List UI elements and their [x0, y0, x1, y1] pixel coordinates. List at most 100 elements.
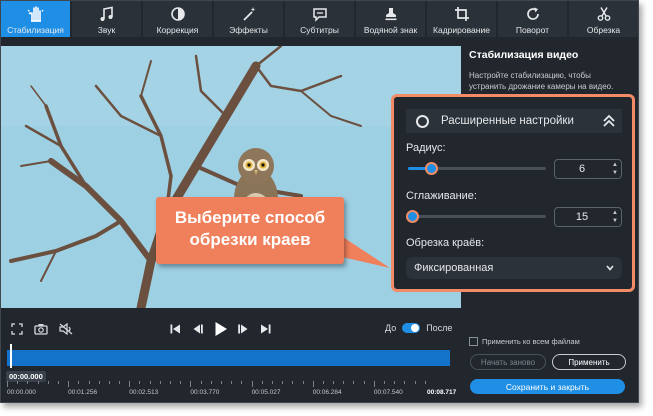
ruler-time-label: 00:03.770: [190, 389, 220, 396]
smoothing-slider-handle[interactable]: [406, 210, 419, 223]
radius-slider[interactable]: [408, 162, 546, 175]
tab-crop[interactable]: Кадрирование: [427, 1, 496, 37]
ruler-tick: [404, 381, 406, 384]
ruler-tick: [17, 381, 19, 384]
ruler-time-label: 00:07.540: [373, 389, 403, 396]
fullscreen-icon[interactable]: [11, 323, 23, 335]
tab-label: Стабилизация: [7, 25, 64, 35]
tab-label: Обрезка: [586, 25, 621, 35]
next-frame-icon[interactable]: [237, 323, 249, 335]
tab-watermark[interactable]: Водяной знак: [356, 1, 425, 37]
apply-button[interactable]: Применить: [552, 354, 626, 370]
advanced-radio-icon[interactable]: [416, 114, 429, 128]
playhead[interactable]: [10, 344, 12, 368]
stepper-arrows-icon[interactable]: ▲ ▼: [609, 209, 621, 225]
ruler-tick: [292, 381, 294, 384]
time-ruler: 00:00.000 00:01.256 00:02.513 00:03.770 00:0…: [1, 381, 461, 401]
ruler-tick: [322, 381, 324, 384]
panel-title: Стабилизация видео: [469, 49, 579, 61]
stamp-icon: [383, 5, 399, 23]
ruler-tick: [312, 381, 314, 387]
ruler-tick: [68, 381, 70, 387]
ruler-tick: [190, 381, 192, 387]
ruler-tick: [180, 381, 182, 384]
scissors-icon: [596, 5, 612, 23]
advanced-settings-label: Расширенные настройки: [441, 115, 574, 127]
tab-label: Водяной знак: [363, 25, 418, 35]
tab-correction[interactable]: Коррекция: [143, 1, 212, 37]
ruler-tick: [384, 381, 386, 384]
ruler-time-label: 00:02.513: [129, 389, 159, 396]
advanced-settings-header[interactable]: Расширенные настройки: [406, 109, 622, 133]
ruler-tick: [119, 381, 121, 384]
ruler-tick: [98, 381, 100, 384]
tab-subtitles[interactable]: Субтитры: [285, 1, 354, 37]
speech-bubble-icon: [312, 5, 328, 23]
stepper-arrows-icon[interactable]: ▲ ▼: [609, 161, 621, 177]
ruler-tick: [271, 381, 273, 384]
smoothing-value[interactable]: 15: [555, 211, 609, 223]
radius-stepper[interactable]: 6 ▲ ▼: [554, 159, 622, 179]
callout-text: Выберите способ обрезки краев: [174, 208, 326, 249]
ruler-time-label: 00:05.027: [251, 389, 281, 396]
ruler-tick: [221, 381, 222, 384]
ruler-time-label: 00:06.284: [312, 389, 342, 396]
tab-label: Субтитры: [300, 25, 339, 35]
skip-to-start-icon[interactable]: [169, 323, 181, 335]
ruler-tick: [424, 381, 426, 384]
ruler-tick: [149, 381, 151, 384]
music-note-icon: [99, 5, 115, 23]
ruler-time-label: 00:08.717: [427, 389, 457, 396]
chevron-up-double-icon[interactable]: [602, 113, 616, 132]
timeline-track[interactable]: [7, 350, 450, 366]
ruler-tick: [353, 381, 355, 384]
tab-rotate[interactable]: Поворот: [498, 1, 567, 37]
ruler-tick: [170, 381, 172, 384]
mute-speaker-icon[interactable]: [59, 323, 73, 335]
smoothing-label: Сглаживание:: [406, 190, 477, 202]
tab-trim[interactable]: Обрезка: [569, 1, 638, 37]
rotate-icon: [525, 5, 541, 23]
before-after-toggle[interactable]: [402, 323, 421, 333]
edge-crop-select[interactable]: Фиксированная: [406, 257, 622, 279]
tool-tabs: Стабилизация Звук Коррекция Эффекты Субт…: [1, 1, 638, 39]
smoothing-stepper[interactable]: 15 ▲ ▼: [554, 207, 622, 227]
tab-stabilization[interactable]: Стабилизация: [1, 1, 70, 37]
tab-label: Поворот: [515, 25, 550, 35]
play-icon[interactable]: [213, 321, 228, 337]
snapshot-camera-icon[interactable]: [34, 323, 48, 335]
contrast-icon: [170, 5, 186, 23]
tab-audio[interactable]: Звук: [72, 1, 141, 37]
ruler-tick: [302, 381, 304, 384]
ruler-tick: [414, 381, 416, 384]
magic-wand-icon: [241, 5, 257, 23]
ruler-tick: [88, 381, 90, 384]
ruler-tick: [231, 381, 233, 384]
ruler-tick: [333, 381, 335, 384]
ruler-tick: [343, 381, 345, 384]
before-after-switch[interactable]: До После: [385, 323, 452, 333]
apply-to-all-checkbox[interactable]: Применить ко всем файлам: [469, 337, 580, 346]
ruler-tick: [210, 381, 212, 384]
chevron-down-icon: [606, 262, 614, 274]
tab-effects[interactable]: Эффекты: [214, 1, 283, 37]
ruler-time-label: 00:01.256: [68, 389, 98, 396]
advanced-settings-highlight: Расширенные настройки Радиус: 6 ▲ ▼ Сглаж…: [391, 94, 635, 292]
skip-to-end-icon[interactable]: [260, 323, 272, 335]
ruler-tick: [363, 381, 365, 384]
tab-label: Эффекты: [229, 25, 268, 35]
previous-frame-icon[interactable]: [192, 323, 204, 335]
crop-icon: [454, 5, 470, 23]
smoothing-slider[interactable]: [406, 210, 546, 223]
ruler-tick: [37, 381, 39, 384]
save-and-close-button[interactable]: Сохранить и закрыть: [470, 379, 625, 394]
radius-slider-handle[interactable]: [425, 162, 439, 175]
restart-button[interactable]: Начать заново: [470, 354, 546, 370]
after-label: После: [426, 323, 453, 333]
checkbox-box[interactable]: [469, 337, 478, 346]
ruler-tick: [27, 381, 29, 384]
tab-label: Звук: [97, 25, 116, 35]
tab-label: Коррекция: [156, 25, 199, 35]
ruler-tick: [129, 381, 131, 387]
radius-value[interactable]: 6: [555, 163, 609, 175]
